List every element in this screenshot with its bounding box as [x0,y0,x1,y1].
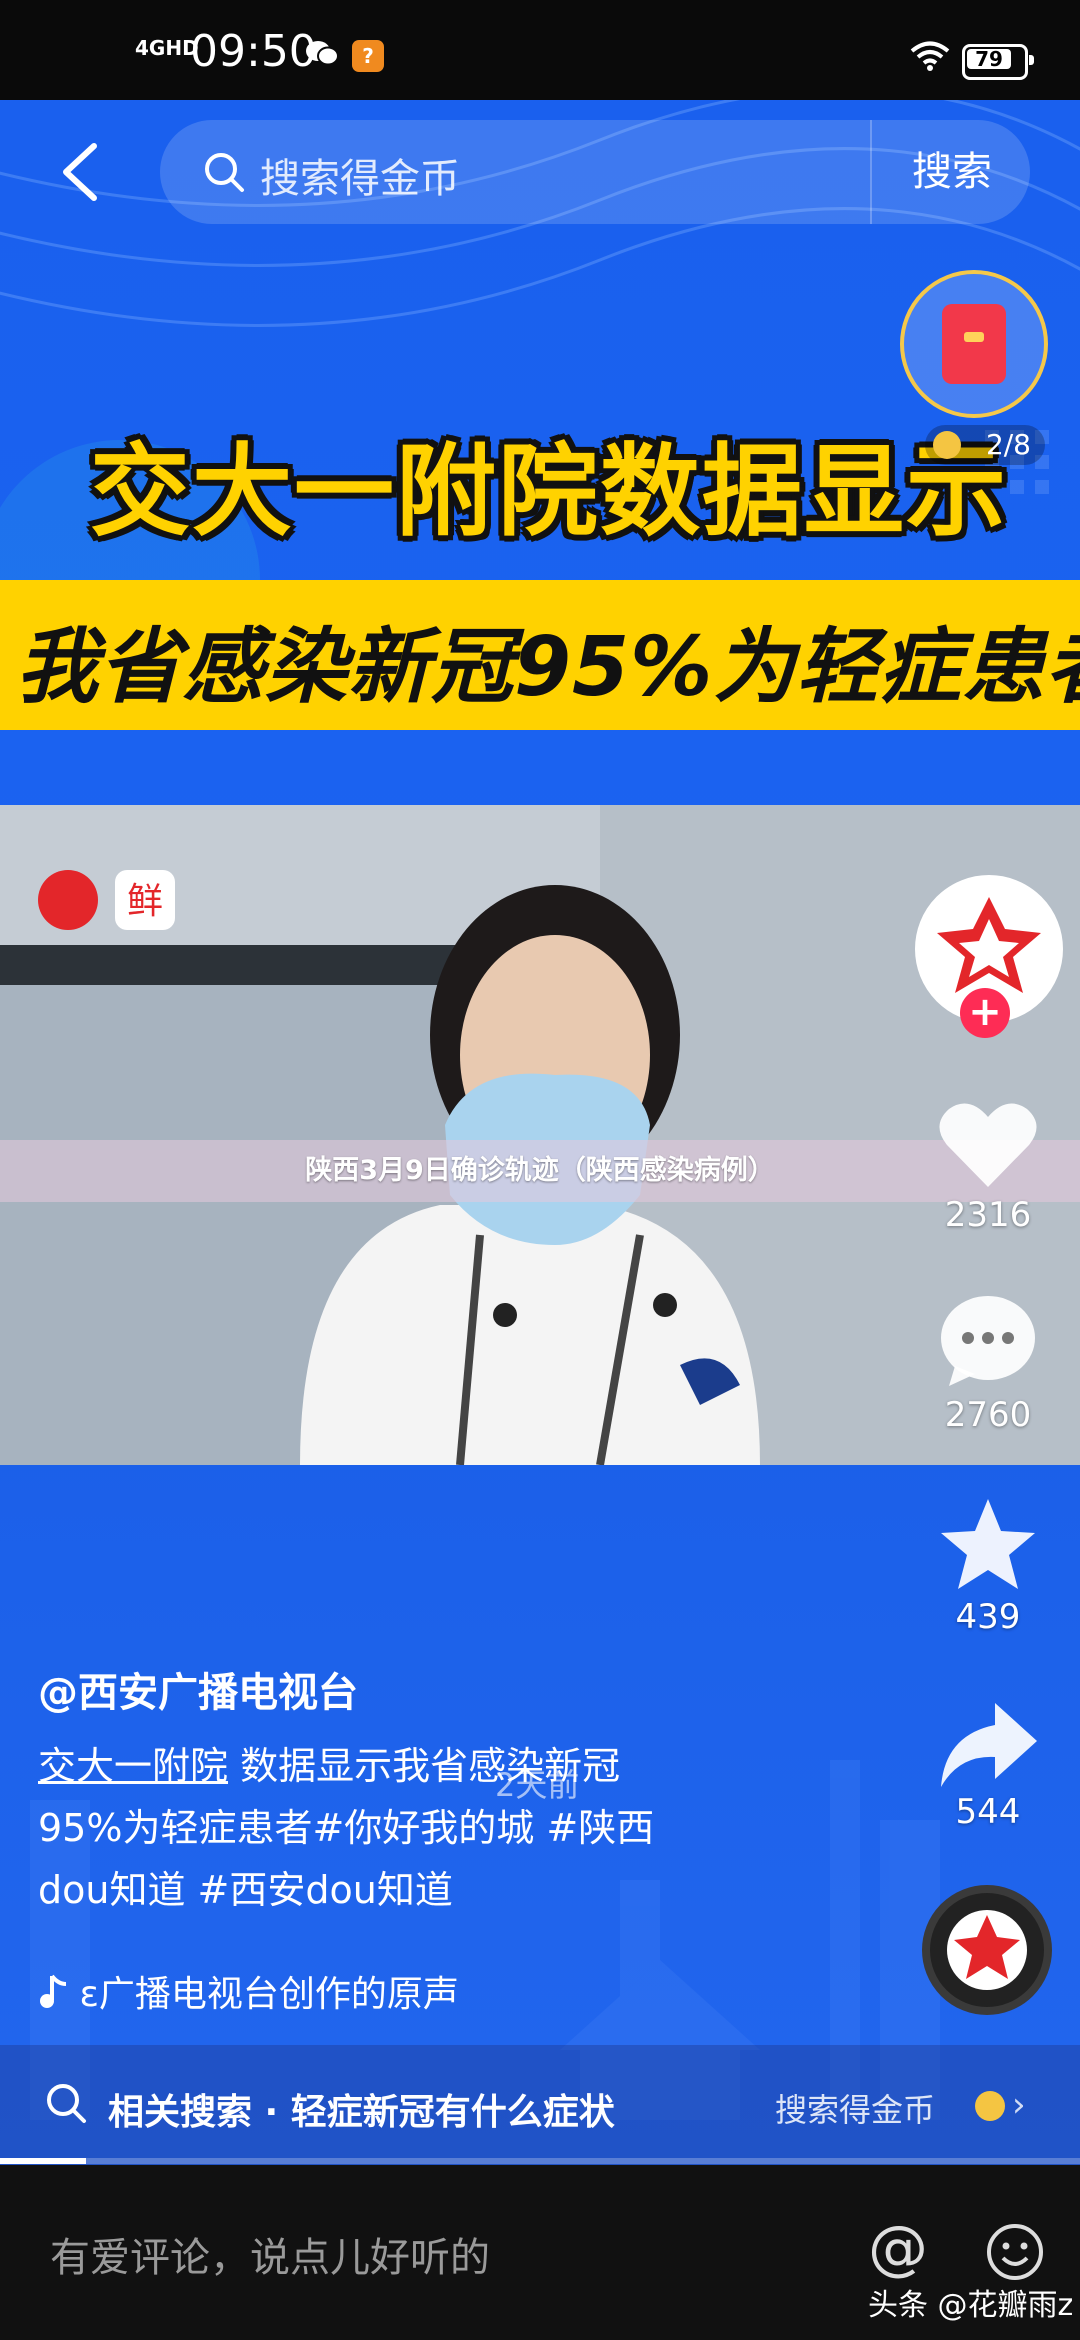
video-progress-bar[interactable] [0,2158,1080,2164]
source-watermark: 头条 @花瓣雨z [868,2288,1074,2323]
like-button[interactable] [935,1095,1041,1195]
interview-scene: 鲜 [0,805,1080,1465]
headline-primary: 交大一附院数据显示 [90,433,1008,550]
emoji-icon[interactable] [985,2222,1045,2282]
favorite-count: 439 [955,1597,1021,1637]
wechat-icon [306,41,339,66]
music-title: ε广播电视台创作的原声 [79,1974,459,2015]
headline-secondary: 我省感染新冠95%为轻症患者 [16,620,1080,715]
music-logo-icon [947,1910,1027,1990]
share-count: 544 [955,1792,1021,1832]
follow-button[interactable]: + [960,988,1010,1038]
author-name[interactable]: @西安广播电视台 [38,1660,358,1718]
article-title-band: 陕西3月9日确诊轨迹（陕西感染病例） [0,1140,1080,1202]
comment-count: 2760 [944,1395,1032,1435]
search-placeholder: 搜索得金币 [260,156,460,202]
search-reward-text: 搜索得金币 [775,2091,936,2129]
comment-button[interactable] [935,1290,1041,1390]
reward-progress-text: 2/8 [985,428,1031,461]
red-packet-reward-button[interactable] [900,270,1048,418]
description-text-1: 数据显示我省感染新冠 [228,1744,621,1788]
clock: 09:50 [190,26,317,77]
description-text-2[interactable]: 95%为轻症患者#你好我的城 #陕西 [38,1806,654,1850]
video-progress-fill [0,2158,87,2164]
description-link[interactable]: 交大一附院 [38,1744,228,1788]
description-text-3[interactable]: dou知道 #西安dou知道 [38,1868,453,1912]
notification-app-icon: ? [352,40,384,72]
search-icon [47,2084,86,2123]
reward-progress: 2/8 [925,425,1045,465]
related-search-label: 相关搜索 · 轻症新冠有什么症状 [108,2092,615,2133]
music-info[interactable]: ε广播电视台创作的原声 [38,1965,459,2017]
coin-icon [975,2091,1005,2121]
like-count: 2316 [944,1195,1032,1235]
mention-button[interactable]: @ [868,2213,928,2283]
video-description: 交大一附院 数据显示我省感染新冠 95%为轻症患者#你好我的城 #陕西 dou知… [38,1735,758,1921]
wifi-icon [910,41,950,71]
music-note-icon [40,1974,67,2008]
back-button[interactable] [50,140,110,204]
status-bar: 4GHD 09:50 ? 79 [0,0,1080,100]
search-button[interactable]: 搜索 [870,120,1032,224]
share-button[interactable] [935,1695,1041,1795]
battery-level: 79 [967,49,1011,69]
chevron-right-icon: › [1012,2085,1026,2125]
video-frame-photo: 鲜 [0,805,1080,1465]
red-envelope-icon [942,304,1006,384]
related-search-bar[interactable]: 相关搜索 · 轻症新冠有什么症状 搜索得金币 › [0,2045,1080,2167]
favorite-button[interactable] [935,1495,1041,1595]
svg-text:鲜: 鲜 [127,881,163,922]
search-icon [205,153,244,192]
battery-icon: 79 [962,44,1034,80]
article-title: 陕西3月9日确诊轨迹（陕西感染病例） [305,1155,775,1186]
coin-icon [933,431,961,459]
music-disc[interactable] [922,1885,1052,2015]
comment-input[interactable]: 有爱评论，说点儿好听的 [50,2225,490,2283]
